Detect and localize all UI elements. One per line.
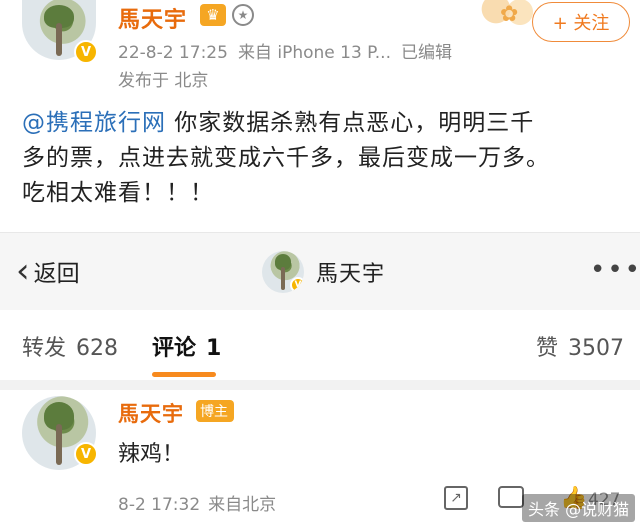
comment-meta: 8-2 17:32 来自北京	[118, 490, 276, 515]
mention-link[interactable]: @携程旅行网	[22, 110, 166, 136]
navbar: ‹ 返回 V 馬天宇 •••	[0, 232, 640, 310]
tab-comment[interactable]: 评论 1	[152, 330, 221, 362]
reply-icon[interactable]	[498, 486, 524, 508]
more-icon[interactable]: •••	[590, 255, 640, 285]
crown-icon: ♛	[200, 4, 226, 26]
tab-repost[interactable]: 转发 628	[22, 330, 118, 362]
tab-bar: 转发 628 评论 1 赞 3507	[0, 310, 640, 380]
nav-title[interactable]: V 馬天宇	[262, 247, 385, 297]
post-username[interactable]: 馬天宇	[118, 2, 187, 34]
flower-icon: ✿	[500, 2, 519, 27]
avatar: V	[262, 251, 304, 293]
tab-like-count: 3507	[568, 336, 625, 361]
post-location: 发布于 北京	[118, 71, 209, 91]
blogger-badge: 博主	[196, 400, 234, 422]
comment-datetime: 8-2 17:32	[118, 495, 201, 515]
edited-label: 已编辑	[400, 43, 452, 63]
back-button[interactable]: ‹ 返回	[16, 251, 80, 291]
tab-repost-count: 628	[76, 336, 119, 361]
verified-badge-icon: V	[74, 40, 98, 64]
post-text-line1: 你家数据杀熟有点恶心，明明三千	[166, 110, 535, 136]
divider	[0, 380, 640, 390]
watermark: 头条 @说财猫	[522, 494, 636, 522]
verified-badge-icon: V	[290, 277, 304, 293]
detail-screen: ‹ 返回 V 馬天宇 ••• 转发 628 评论 1 赞 3507 V 馬天宇 博主 …	[0, 232, 640, 529]
weibo-post: V 馬天宇 ♛ ★ 22-8-2 17:25 来自 iPhone 13 P... 已…	[0, 0, 640, 232]
medal-icon: ★	[232, 4, 254, 26]
share-icon[interactable]: ↗	[444, 486, 468, 510]
tab-comment-label: 评论	[152, 336, 197, 361]
comment-username[interactable]: 馬天宇	[118, 398, 184, 428]
nav-username: 馬天宇	[316, 262, 386, 287]
comment-text: 辣鸡！	[118, 442, 185, 467]
verified-badge-icon: V	[74, 442, 98, 466]
post-text: @携程旅行网 你家数据杀熟有点恶心，明明三千 多的票，点进去就变成六千多，最后变…	[22, 106, 632, 211]
post-source: 来自 iPhone 13 P...	[237, 43, 391, 63]
tab-like[interactable]: 赞 3507	[536, 330, 624, 362]
active-tab-indicator	[152, 372, 216, 377]
back-label: 返回	[33, 261, 80, 287]
post-meta: 22-8-2 17:25 来自 iPhone 13 P... 已编辑	[118, 38, 452, 63]
tab-repost-label: 转发	[22, 336, 67, 361]
follow-button[interactable]: + 关注	[532, 2, 630, 42]
tab-like-label: 赞	[536, 336, 559, 361]
comment-source: 来自北京	[208, 495, 277, 515]
post-text-line3: 吃相太难看！！！	[22, 180, 214, 206]
tab-comment-count: 1	[206, 336, 222, 361]
chevron-left-icon: ‹	[16, 251, 30, 291]
post-datetime: 22-8-2 17:25	[118, 43, 228, 63]
blogger-badge-label: 博主	[200, 404, 228, 420]
post-text-line2: 多的票，点进去就变成六千多，最后变成一万多。	[22, 145, 550, 171]
